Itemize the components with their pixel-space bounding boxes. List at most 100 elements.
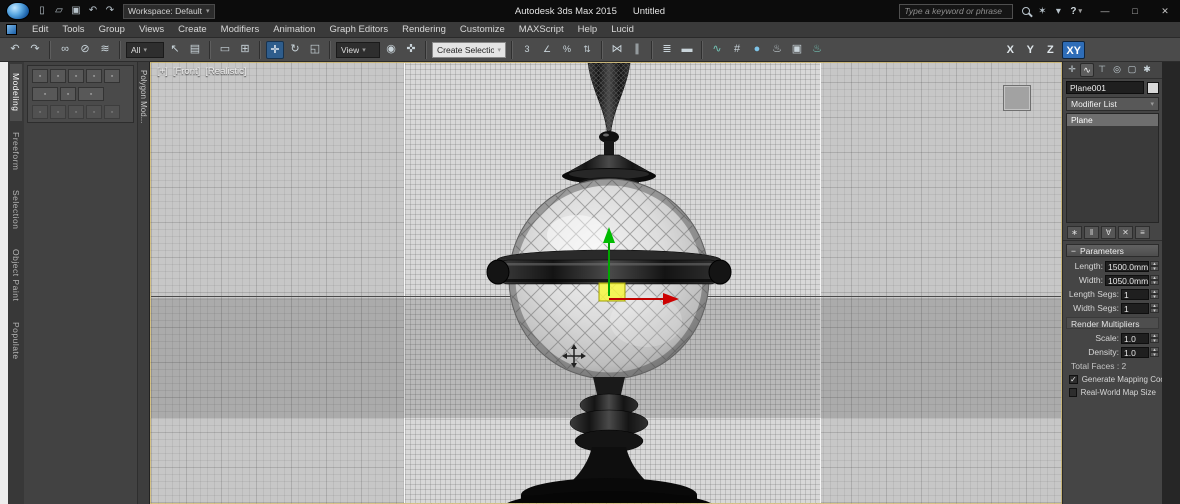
workspace-selector[interactable]: Workspace: Default ▾ <box>123 3 215 19</box>
modifier-stack[interactable]: Plane <box>1066 113 1159 223</box>
menu-graph-editors[interactable]: Graph Editors <box>322 22 395 38</box>
select-and-move-icon[interactable]: ✛ <box>266 40 284 59</box>
length-segs-field[interactable]: 1 <box>1121 288 1149 300</box>
width-spinner[interactable]: ▴ ▾ <box>1150 275 1159 286</box>
tab-motion[interactable]: ◎ <box>1110 63 1124 77</box>
viewcube[interactable] <box>1003 85 1031 111</box>
viewport-general-menu[interactable]: [+] <box>157 66 168 77</box>
select-and-manipulate-icon[interactable]: ✜ <box>402 41 420 59</box>
remove-modifier-icon[interactable]: ✕ <box>1118 226 1133 239</box>
pin-stack-icon[interactable]: ∗ <box>1067 226 1082 239</box>
menu-rendering[interactable]: Rendering <box>395 22 453 38</box>
help-button[interactable]: ? ▾ <box>1070 6 1082 17</box>
save-file-icon[interactable]: ▣ <box>69 4 83 18</box>
selection-filter-combo[interactable]: All ▾ <box>126 41 164 58</box>
object-name-field[interactable]: Plane001 <box>1066 81 1144 94</box>
menu-maxscript[interactable]: MAXScript <box>512 22 571 38</box>
ribbon-tool-icon[interactable]: ▫ <box>32 105 48 119</box>
ribbon-tab-selection[interactable]: Selection <box>10 181 22 238</box>
axis-y-button[interactable]: Y <box>1022 41 1038 59</box>
collapsed-ribbon-strip[interactable]: Polygon Mod... <box>138 62 150 504</box>
menu-animation[interactable]: Animation <box>266 22 322 38</box>
search-icon[interactable] <box>1018 3 1034 19</box>
show-end-result-icon[interactable]: ‖ <box>1084 226 1099 239</box>
use-pivot-center-icon[interactable]: ◉ <box>382 41 400 59</box>
spinner-down-icon[interactable]: ▾ <box>1150 308 1159 314</box>
max-logo[interactable] <box>6 2 30 20</box>
infocenter-search[interactable] <box>899 3 1014 19</box>
spinner-snap-icon[interactable]: ⇅ <box>578 41 596 59</box>
front-viewport[interactable]: [+] [Front] [Realistic] <box>150 62 1062 504</box>
menu-lucid[interactable]: Lucid <box>604 22 641 38</box>
scale-spinner[interactable]: ▴ ▾ <box>1150 333 1159 344</box>
tab-utilities[interactable]: ✱ <box>1140 63 1154 77</box>
axis-xy-button[interactable]: XY <box>1062 40 1085 59</box>
edge-mode-icon[interactable]: ▫ <box>50 69 66 83</box>
stack-item-plane[interactable]: Plane <box>1067 114 1158 126</box>
render-production-icon[interactable]: ♨ <box>808 41 826 59</box>
parameters-rollout-header[interactable]: − Parameters <box>1066 244 1159 257</box>
width-segs-field[interactable]: 1 <box>1121 302 1149 314</box>
favorites-icon[interactable]: ✶ <box>1034 3 1050 19</box>
spinner-down-icon[interactable]: ▾ <box>1150 266 1159 272</box>
mirror-icon[interactable]: ⋈ <box>608 41 626 59</box>
select-by-name-icon[interactable]: ▤ <box>186 41 204 59</box>
ribbon-tool-icon[interactable]: ▫ <box>104 105 120 119</box>
ribbon-tab-freeform[interactable]: Freeform <box>10 123 22 179</box>
select-and-rotate-icon[interactable]: ↻ <box>286 41 304 59</box>
scale-field[interactable]: 1.0 <box>1121 332 1149 344</box>
spinner-down-icon[interactable]: ▾ <box>1150 280 1159 286</box>
curve-editor-icon[interactable]: ∿ <box>708 41 726 59</box>
redo-scene-icon[interactable]: ↷ <box>26 41 44 59</box>
density-spinner[interactable]: ▴ ▾ <box>1150 347 1159 358</box>
ribbon-tool-icon[interactable]: ▫ <box>86 105 102 119</box>
max-file-icon[interactable] <box>6 24 17 35</box>
menu-tools[interactable]: Tools <box>55 22 91 38</box>
render-setup-icon[interactable]: ♨ <box>768 41 786 59</box>
material-editor-icon[interactable]: ● <box>748 41 766 59</box>
close-button[interactable]: ✕ <box>1150 0 1180 22</box>
polygon-mode-icon[interactable]: ▫ <box>86 69 102 83</box>
viewport-pov-menu[interactable]: [Front] <box>173 66 200 77</box>
length-segs-spinner[interactable]: ▴ ▾ <box>1150 289 1159 300</box>
scene-object[interactable] <box>441 63 781 504</box>
length-field[interactable]: 1500.0mm <box>1105 260 1149 272</box>
tab-create[interactable]: ✛ <box>1065 63 1079 77</box>
modifier-list-dropdown[interactable]: Modifier List ▾ <box>1066 97 1159 111</box>
spinner-down-icon[interactable]: ▾ <box>1150 352 1159 358</box>
axis-z-button[interactable]: Z <box>1042 41 1058 59</box>
menu-create[interactable]: Create <box>171 22 214 38</box>
align-icon[interactable]: ∥ <box>628 41 646 59</box>
reference-coordinate-system-combo[interactable]: View ▾ <box>336 41 380 58</box>
width-segs-spinner[interactable]: ▴ ▾ <box>1150 303 1159 314</box>
snap-toggle-icon[interactable]: 3 <box>518 41 536 59</box>
use-soft-selection-icon[interactable]: ▫ <box>78 87 104 101</box>
minimize-button[interactable]: — <box>1090 0 1120 22</box>
rendered-frame-window-icon[interactable]: ▣ <box>788 41 806 59</box>
density-field[interactable]: 1.0 <box>1121 346 1149 358</box>
width-field[interactable]: 1050.0mm <box>1105 274 1149 286</box>
vertex-mode-icon[interactable]: ▫ <box>32 69 48 83</box>
axis-x-button[interactable]: X <box>1002 41 1018 59</box>
open-file-icon[interactable]: ▱ <box>52 4 66 18</box>
spinner-down-icon[interactable]: ▾ <box>1150 338 1159 344</box>
tab-hierarchy[interactable]: ⊤ <box>1095 63 1109 77</box>
modify-mode-icon[interactable]: ▫ <box>32 87 58 101</box>
ribbon-toggle-icon[interactable]: ▬ <box>678 41 696 59</box>
schematic-view-icon[interactable]: # <box>728 41 746 59</box>
menu-help[interactable]: Help <box>571 22 605 38</box>
layer-manager-icon[interactable]: ≣ <box>658 41 676 59</box>
menu-customize[interactable]: Customize <box>453 22 512 38</box>
named-selection-sets-combo[interactable]: Create Selection ▾ <box>432 41 506 58</box>
search-input[interactable] <box>900 6 1013 16</box>
configure-modifier-sets-icon[interactable]: ≡ <box>1135 226 1150 239</box>
viewport-shading-menu[interactable]: [Realistic] <box>205 66 246 77</box>
make-unique-icon[interactable]: ∀ <box>1101 226 1116 239</box>
ribbon-tab-modeling[interactable]: Modeling <box>10 64 22 121</box>
redo-icon[interactable]: ↷ <box>103 4 117 18</box>
rectangular-selection-region-icon[interactable]: ▭ <box>216 41 234 59</box>
undo-scene-icon[interactable]: ↶ <box>6 41 24 59</box>
object-color-swatch[interactable] <box>1147 81 1159 94</box>
angle-snap-icon[interactable]: ∠ <box>538 41 556 59</box>
select-object-icon[interactable]: ↖ <box>166 41 184 59</box>
